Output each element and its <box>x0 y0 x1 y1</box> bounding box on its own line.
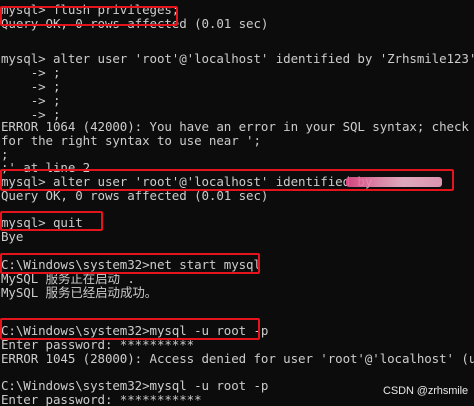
highlight-box-mysql-login <box>0 318 260 340</box>
terminal-line: mysql> alter user 'root'@'localhost' ide… <box>1 51 474 66</box>
terminal-line: Enter password: *********** <box>1 392 202 406</box>
terminal-line: C:\Windows\system32>mysql -u root -p <box>1 378 269 393</box>
terminal-line: -> ; <box>1 79 61 94</box>
csdn-watermark: CSDN @zrhsmile <box>383 385 468 397</box>
highlight-box-flush-privileges <box>0 6 178 26</box>
terminal-line: Bye <box>1 229 24 244</box>
terminal-line: for the right syntax to use near '; <box>1 133 261 148</box>
terminal-line: ERROR 1064 (42000): You have an error in… <box>1 119 474 134</box>
terminal-line: -> ; <box>1 65 61 80</box>
terminal-line: ERROR 1045 (28000): Access denied for us… <box>1 351 474 366</box>
highlight-box-net-start <box>0 253 260 274</box>
highlight-box-alter-user <box>0 169 454 191</box>
terminal-line: MySQL 服务已经启动成功。 <box>1 285 158 300</box>
highlight-box-quit <box>0 211 103 231</box>
terminal-window[interactable]: mysql> flush privileges; Query OK, 0 row… <box>0 0 474 406</box>
terminal-line: -> ; <box>1 93 61 108</box>
